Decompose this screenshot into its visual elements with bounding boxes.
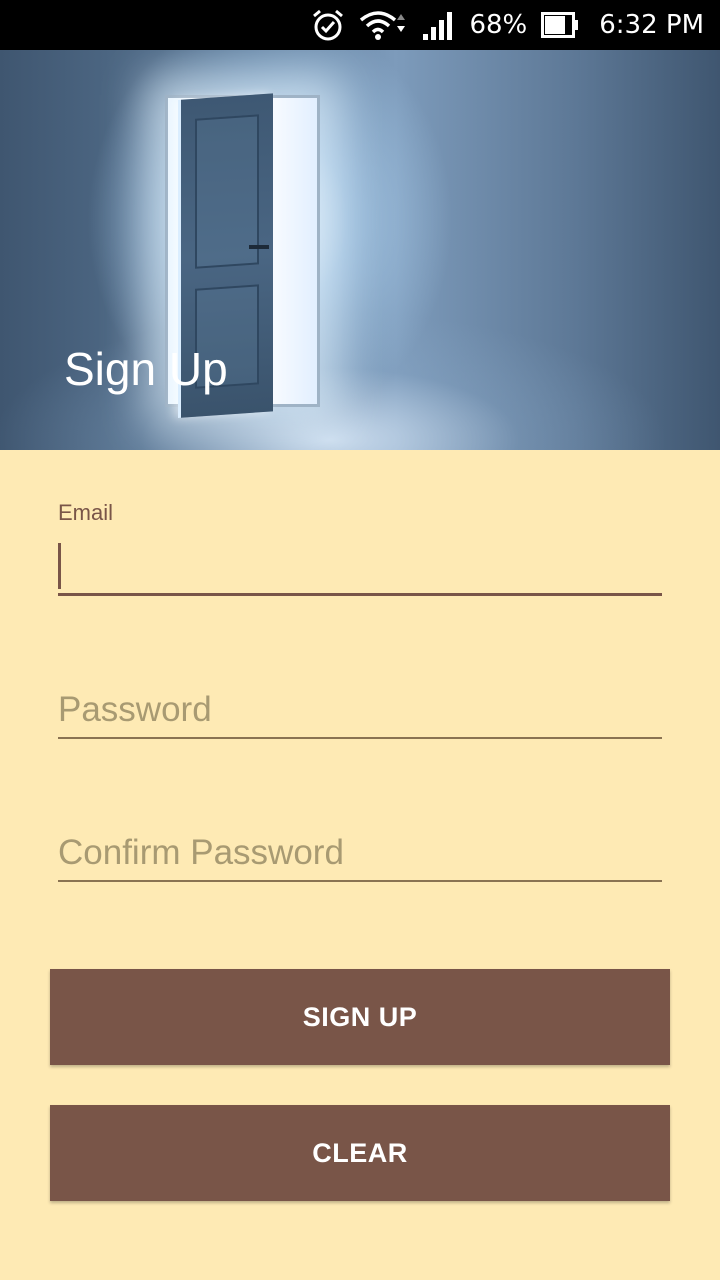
wifi-icon: [359, 8, 409, 42]
status-bar: 68% 6:32 PM: [0, 0, 720, 50]
door-knob-image: [249, 245, 269, 249]
page-title: Sign Up: [64, 343, 228, 395]
battery-percent: 68%: [469, 10, 528, 40]
header-banner: Sign Up: [0, 50, 720, 450]
text-cursor: [58, 543, 61, 589]
confirm-password-field[interactable]: [58, 825, 662, 882]
email-label: Email: [58, 500, 114, 525]
password-field[interactable]: [58, 682, 662, 739]
email-field[interactable]: [58, 540, 662, 596]
battery-icon: [541, 12, 579, 38]
cell-signal-icon: [423, 10, 455, 40]
clear-button[interactable]: CLEAR: [50, 1105, 670, 1201]
clock-time: 6:32 PM: [599, 10, 704, 40]
sign-up-button[interactable]: SIGN UP: [50, 969, 670, 1065]
alarm-clock-icon: [311, 8, 345, 42]
